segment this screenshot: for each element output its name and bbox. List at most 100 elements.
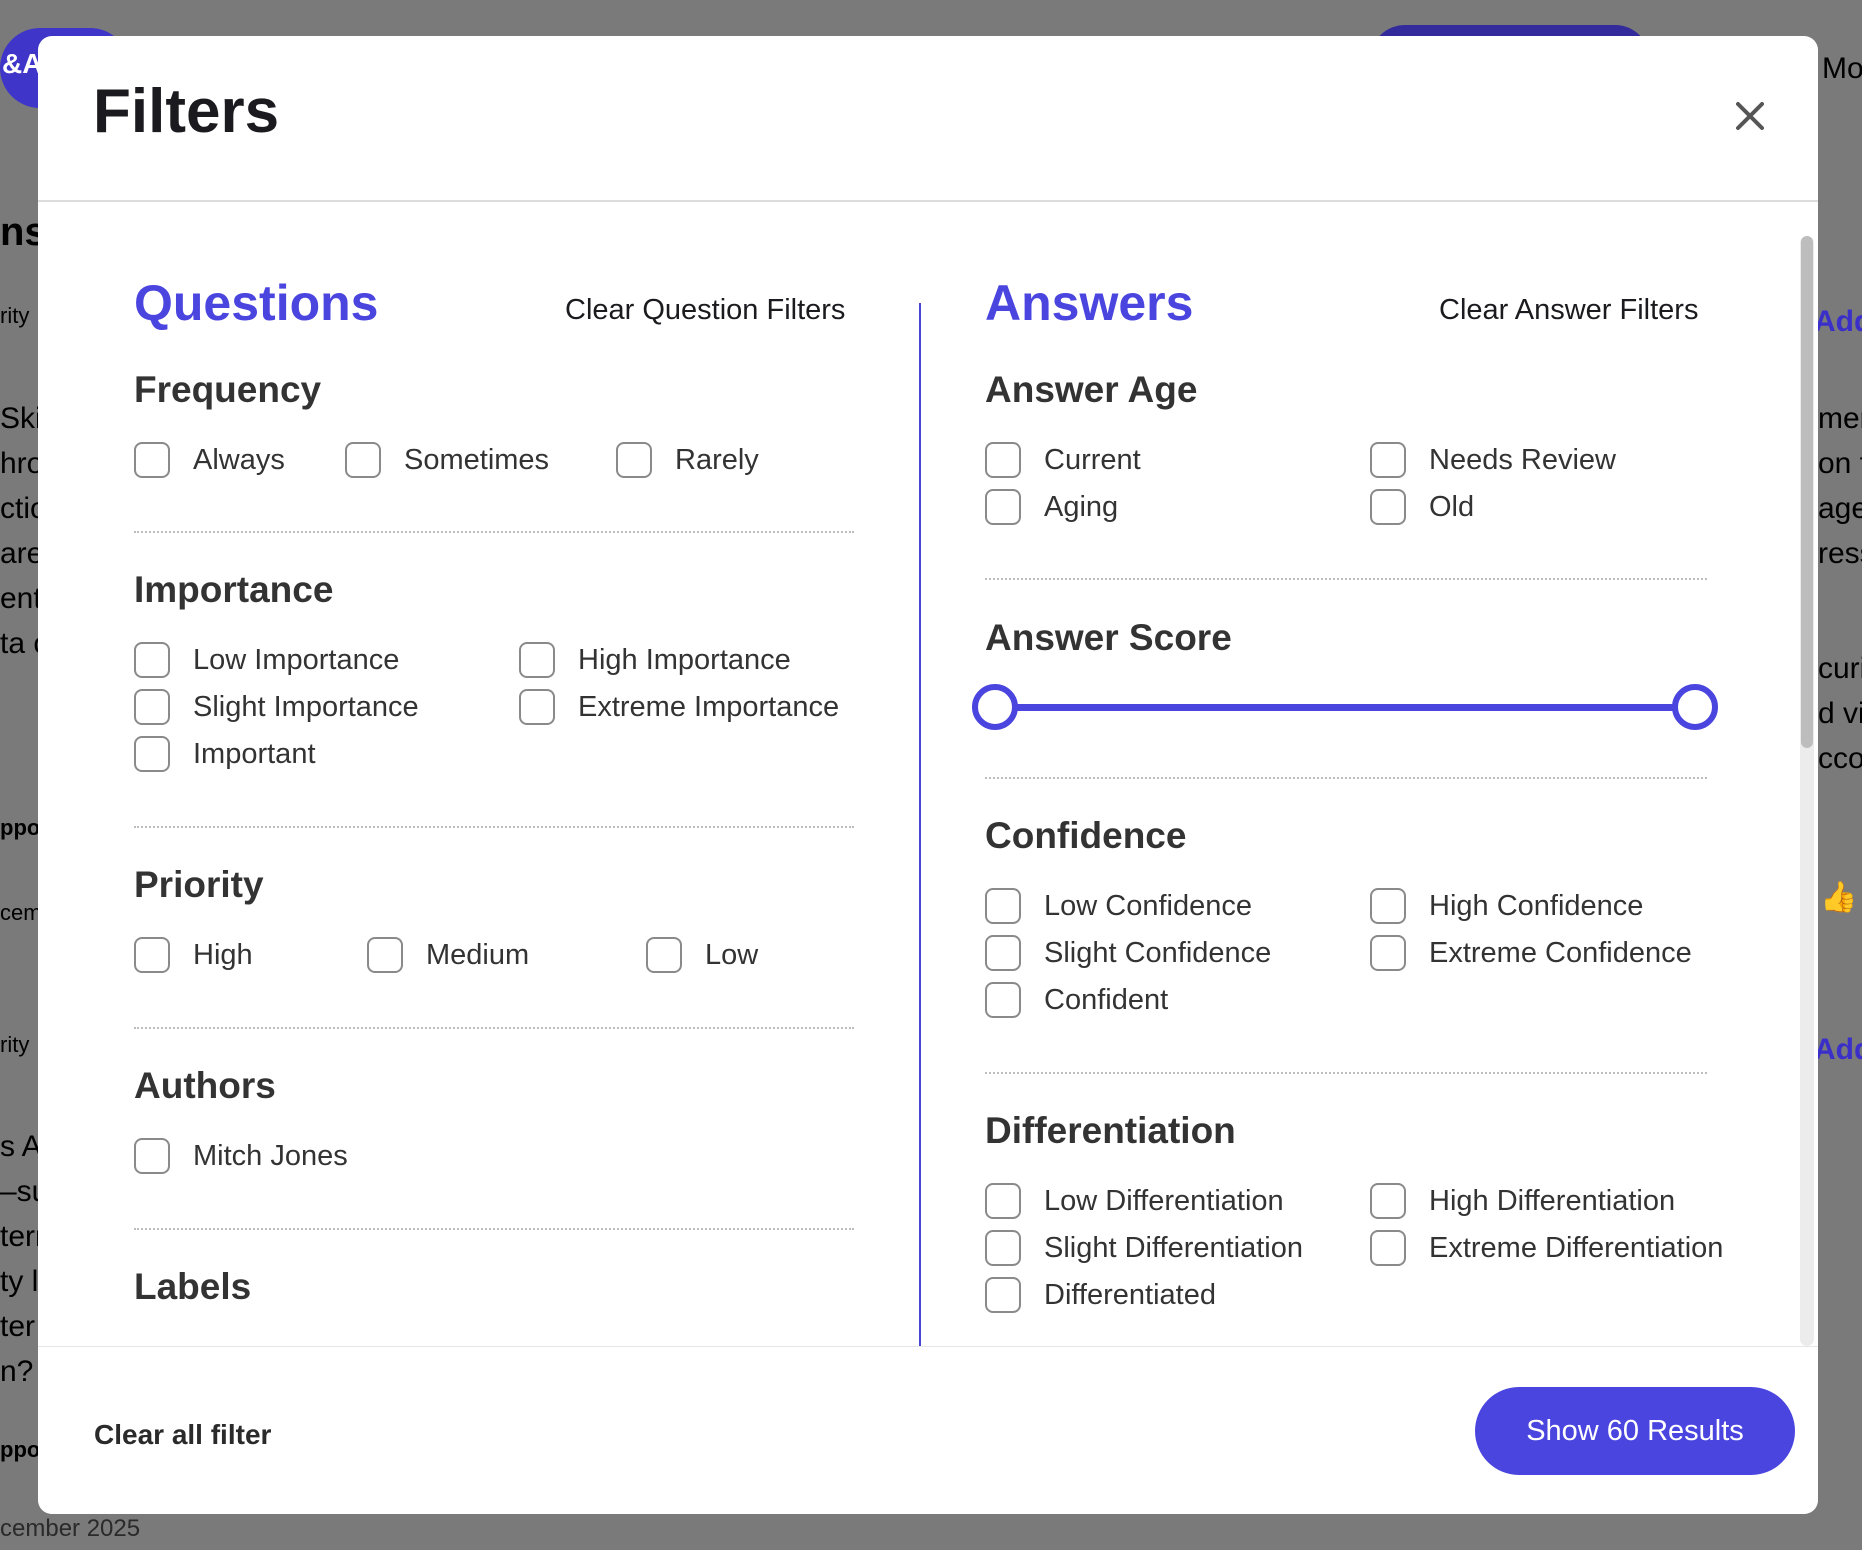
- importance-title: Importance: [134, 569, 334, 610]
- checkbox-mitch-jones[interactable]: Mitch Jones: [134, 1138, 348, 1174]
- close-button[interactable]: [1728, 94, 1772, 138]
- divider: [134, 531, 854, 533]
- checkbox-high-differentiation[interactable]: High Differentiation: [1370, 1183, 1675, 1219]
- checkbox-box[interactable]: [519, 642, 555, 678]
- checkbox-low-importance[interactable]: Low Importance: [134, 642, 399, 678]
- checkbox-label: Current: [1044, 443, 1141, 476]
- background-fragment: ppo: [0, 1437, 41, 1462]
- checkbox-old[interactable]: Old: [1370, 489, 1474, 525]
- background-fragment: &A: [2, 48, 43, 79]
- clear-answer-filters-link[interactable]: Clear Answer Filters: [1439, 294, 1698, 327]
- checkbox-box[interactable]: [985, 1230, 1021, 1266]
- checkbox-aging[interactable]: Aging: [985, 489, 1118, 525]
- checkbox-slight-differentiation[interactable]: Slight Differentiation: [985, 1230, 1303, 1266]
- answer-score-slider[interactable]: [972, 670, 1718, 742]
- divider: [134, 1228, 854, 1230]
- checkbox-box[interactable]: [134, 1138, 170, 1174]
- checkbox-box[interactable]: [616, 442, 652, 478]
- checkbox-box[interactable]: [1370, 1230, 1406, 1266]
- checkbox-box[interactable]: [985, 1183, 1021, 1219]
- authors-title: Authors: [134, 1065, 276, 1106]
- checkbox-label: Mitch Jones: [193, 1139, 348, 1172]
- checkbox-important[interactable]: Important: [134, 736, 316, 772]
- checkbox-box[interactable]: [985, 935, 1021, 971]
- checkbox-label: Aging: [1044, 490, 1119, 523]
- checkbox-sometimes[interactable]: Sometimes: [345, 442, 549, 478]
- background-fragment: Mo: [1822, 52, 1862, 85]
- checkbox-confident[interactable]: Confident: [985, 982, 1168, 1018]
- background-fragment: ress: [1818, 537, 1862, 570]
- background-fragment: hro: [0, 447, 44, 480]
- checkbox-box[interactable]: [985, 1277, 1021, 1313]
- checkbox-box[interactable]: [134, 442, 170, 478]
- checkbox-box[interactable]: [1370, 442, 1406, 478]
- background-fragment: Add: [1814, 1033, 1862, 1066]
- checkbox-label: High: [193, 938, 253, 971]
- checkbox-label: Low Differentiation: [1044, 1184, 1284, 1217]
- checkbox-box[interactable]: [985, 888, 1021, 924]
- checkbox-box[interactable]: [367, 937, 403, 973]
- background-fragment: rity: [0, 303, 30, 328]
- checkbox-low[interactable]: Low: [646, 937, 758, 973]
- checkbox-label: High Differentiation: [1429, 1184, 1676, 1217]
- checkbox-box[interactable]: [1370, 888, 1406, 924]
- close-icon: [1736, 102, 1764, 130]
- slider-max-handle[interactable]: [1672, 684, 1718, 730]
- checkbox-box[interactable]: [345, 442, 381, 478]
- checkbox-slight-confidence[interactable]: Slight Confidence: [985, 935, 1271, 971]
- background-fragment: curi: [1818, 652, 1862, 685]
- divider: [134, 826, 854, 828]
- checkbox-box[interactable]: [134, 642, 170, 678]
- checkbox-box[interactable]: [1370, 935, 1406, 971]
- checkbox-label: Extreme Confidence: [1429, 936, 1692, 969]
- checkbox-label: Important: [193, 737, 316, 770]
- checkbox-label: Slight Differentiation: [1044, 1231, 1304, 1264]
- checkbox-extreme-confidence[interactable]: Extreme Confidence: [1370, 935, 1692, 971]
- checkbox-current[interactable]: Current: [985, 442, 1141, 478]
- checkbox-box[interactable]: [519, 689, 555, 725]
- checkbox-box[interactable]: [134, 736, 170, 772]
- checkbox-low-confidence[interactable]: Low Confidence: [985, 888, 1252, 924]
- checkbox-differentiated[interactable]: Differentiated: [985, 1277, 1216, 1313]
- checkbox-box[interactable]: [134, 937, 170, 973]
- answer-score-title: Answer Score: [985, 617, 1232, 658]
- checkbox-rarely[interactable]: Rarely: [616, 442, 759, 478]
- answers-heading: Answers: [985, 275, 1194, 331]
- checkbox-medium[interactable]: Medium: [367, 937, 529, 973]
- checkbox-high-importance[interactable]: High Importance: [519, 642, 791, 678]
- checkbox-slight-importance[interactable]: Slight Importance: [134, 689, 419, 725]
- checkbox-label: Old: [1429, 490, 1475, 523]
- checkbox-high-confidence[interactable]: High Confidence: [1370, 888, 1643, 924]
- checkbox-box[interactable]: [134, 689, 170, 725]
- checkbox-label: Extreme Importance: [578, 690, 840, 723]
- divider: [134, 1027, 854, 1029]
- checkbox-box[interactable]: [646, 937, 682, 973]
- checkbox-high[interactable]: High: [134, 937, 253, 973]
- scrollbar-thumb[interactable]: [1801, 236, 1813, 748]
- show-results-button[interactable]: Show 60 Results: [1475, 1387, 1795, 1475]
- checkbox-label: Medium: [426, 938, 530, 971]
- checkbox-label: Extreme Differentiation: [1429, 1231, 1724, 1264]
- checkbox-box[interactable]: [985, 982, 1021, 1018]
- questions-heading: Questions: [134, 275, 379, 331]
- clear-question-filters-link[interactable]: Clear Question Filters: [565, 294, 845, 327]
- checkbox-box[interactable]: [985, 442, 1021, 478]
- slider-track[interactable]: [996, 704, 1676, 711]
- checkbox-box[interactable]: [985, 489, 1021, 525]
- clear-all-filter-link[interactable]: Clear all filter: [94, 1419, 271, 1451]
- answer-age-title: Answer Age: [985, 369, 1198, 410]
- checkbox-label: Slight Confidence: [1044, 936, 1272, 969]
- checkbox-extreme-importance[interactable]: Extreme Importance: [519, 689, 839, 725]
- checkbox-needs-review[interactable]: Needs Review: [1370, 442, 1616, 478]
- slider-min-handle[interactable]: [972, 684, 1018, 730]
- checkbox-label: Confident: [1044, 983, 1169, 1016]
- checkbox-extreme-differentiation[interactable]: Extreme Differentiation: [1370, 1230, 1723, 1266]
- confidence-title: Confidence: [985, 815, 1187, 856]
- checkbox-box[interactable]: [1370, 1183, 1406, 1219]
- checkbox-label: Rarely: [675, 443, 759, 476]
- checkbox-box[interactable]: [1370, 489, 1406, 525]
- checkbox-low-differentiation[interactable]: Low Differentiation: [985, 1183, 1284, 1219]
- checkbox-always[interactable]: Always: [134, 442, 285, 478]
- divider: [985, 1072, 1707, 1074]
- checkbox-label: Low Confidence: [1044, 889, 1252, 922]
